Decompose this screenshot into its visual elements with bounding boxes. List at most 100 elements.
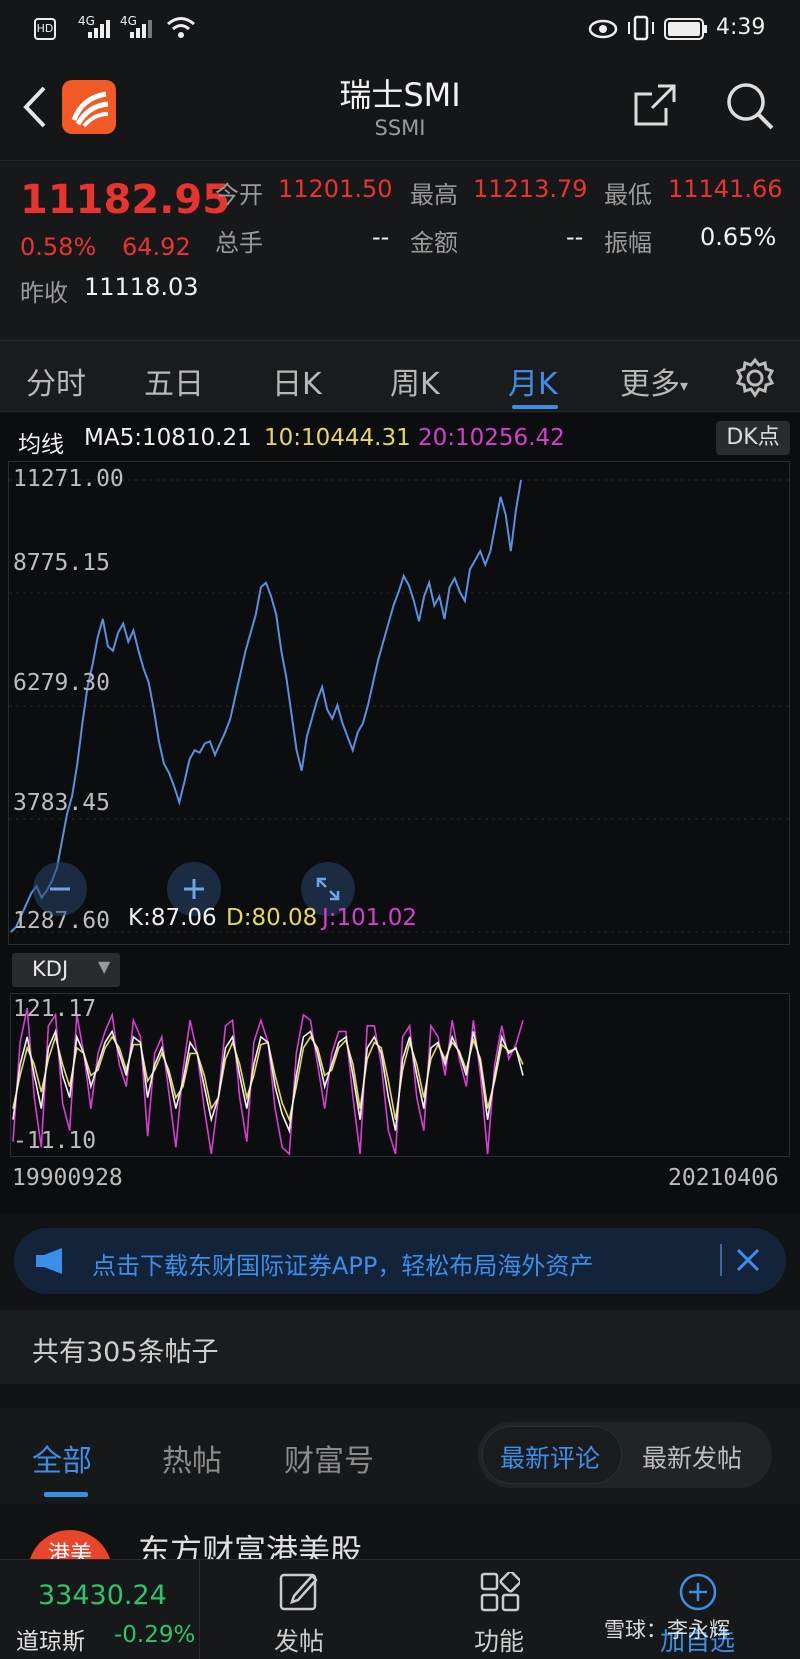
tab-more[interactable]: 更多▾ [620,359,688,403]
tab-weekly[interactable]: 周K [390,359,440,403]
feed-tab-indicator [44,1492,88,1497]
battery-icon [664,18,707,40]
search-icon[interactable] [724,80,776,132]
volume-label: 总手 [215,229,263,257]
page-title: 瑞士SMI [339,76,461,114]
sort-latest-post[interactable]: 最新发帖 [642,1439,742,1475]
banner-text: 点击下载东财国际证券APP，轻松布局海外资产 [92,1252,594,1280]
post-author: 东方财富港美股 [138,1532,363,1560]
zoom-out-button[interactable] [33,862,87,916]
post-row-partial[interactable]: 港美 东方财富港美股 [0,1504,800,1560]
prev-close-value: 11118.03 [84,273,199,301]
bottom-nav: 33430.24 道琼斯 -0.29% 发帖 功能 加自选 雪球：李永辉 [0,1559,800,1659]
price-ytick-4: 3783.45 [13,790,110,816]
price-ytick-2: 8775.15 [13,550,110,576]
kdj-ytick-bottom: -11.10 [13,1128,97,1154]
period-tabs: 分时 五日 日K 周K 月K 更多▾ [0,340,800,412]
x-start-date: 19900928 [12,1165,123,1191]
last-price: 11182.95 [20,177,231,223]
index-value: 33430.24 [38,1580,167,1611]
expand-icon [316,877,340,901]
volume-value: -- [372,223,390,251]
kdj-panel: 121.17 -11.10 [10,993,790,1157]
price-ytick-top: 11271.00 [13,466,124,492]
price-chart [9,479,789,933]
change-pct: 0.58% [20,233,97,261]
post-count-bar: 共有305条帖子 [0,1310,800,1384]
ma10-value: 10:10444.31 [264,425,411,451]
x-end-date: 20210406 [668,1165,779,1191]
plus-circle-icon [679,1573,717,1611]
indicator-select-label: KDJ [32,957,69,981]
promo-banner[interactable]: 点击下载东财国际证券APP，轻松布局海外资产 [14,1228,786,1294]
status-bar: HD 4G 4G 4:39 [0,0,800,60]
index-ticker[interactable]: 33430.24 道琼斯 -0.29% [0,1560,200,1659]
tab-active-indicator [512,405,558,409]
caret-down-icon: ▾ [680,376,689,395]
wifi-icon [167,17,195,38]
gear-icon[interactable] [734,357,776,399]
function-button-label: 功能 [474,1627,525,1656]
feed-tab-all[interactable]: 全部 [32,1436,92,1480]
price-ytick-3: 6279.30 [13,670,110,696]
tab-intraday[interactable]: 分时 [26,359,86,403]
close-icon[interactable] [734,1246,762,1274]
low-label: 最低 [604,181,652,209]
plus-icon [184,879,204,899]
signal-icon-2 [130,20,152,38]
tab-monthly[interactable]: 月K [508,359,558,403]
index-change: -0.29% [114,1622,196,1648]
function-button[interactable]: 功能 [450,1568,550,1658]
watermark: 雪球：李永辉 [604,1618,730,1642]
high-label: 最高 [410,181,458,209]
k-value: K:87.06 [128,905,217,931]
quote-panel: 11182.95 0.58% 64.92 昨收 11118.03 今开 1120… [0,160,800,340]
high-value: 11213.79 [473,175,588,203]
kdj-k-line [12,1028,524,1134]
page-subtitle: SSMI [374,116,426,140]
kdj-ytick-top: 121.17 [13,996,97,1022]
hd-label: HD [36,22,54,35]
eye-icon [588,19,618,39]
post-button[interactable]: 发帖 [250,1568,350,1658]
indicator-select[interactable]: KDJ ▼ [12,953,120,987]
vibrate-icon [628,15,654,41]
feed-tab-wealth[interactable]: 财富号 [284,1436,374,1480]
tab-daily[interactable]: 日K [272,359,322,403]
amount-value: -- [566,223,584,251]
minus-icon [50,887,70,891]
megaphone-icon [36,1248,62,1274]
price-panel: 11271.00 8775.15 6279.30 3783.45 1287.60 [8,461,790,945]
avatar: 港美 [28,1530,112,1560]
grid-icon [480,1572,520,1612]
prev-close-label: 昨收 [20,279,68,307]
sort-latest-comment[interactable]: 最新评论 [500,1439,600,1475]
kdj-chart [12,1007,524,1156]
post-button-label: 发帖 [274,1627,325,1656]
app-header: 瑞士SMI SSMI [0,60,800,160]
share-icon[interactable] [632,82,678,128]
dk-point-button[interactable]: DK点 [716,421,790,455]
chart-area: 均线 MA5:10810.21 10:10444.31 20:10256.42 … [0,413,800,1213]
tab-more-label: 更多 [620,367,680,402]
feed-tabs: 全部 热帖 财富号 最新评论 最新发帖 [0,1408,800,1504]
feed-tab-hot[interactable]: 热帖 [162,1436,222,1480]
post-count-text: 共有305条帖子 [32,1337,219,1368]
change-abs: 64.92 [122,233,191,261]
banner-divider [720,1244,722,1276]
j-value: J:101.02 [322,905,418,931]
caret-down-icon: ▼ [98,957,111,976]
hd-icon: HD [34,18,56,40]
add-watchlist-button[interactable]: 加自选 [650,1568,770,1658]
amplitude-value: 0.65% [700,223,777,251]
ma5-value: MA5:10810.21 [84,425,252,451]
ma-label: 均线 [18,432,64,458]
open-label: 今开 [215,181,263,209]
tab-five-day[interactable]: 五日 [144,359,204,403]
clock: 4:39 [716,15,766,40]
low-value: 11141.66 [668,175,783,203]
d-value: D:80.08 [226,905,318,931]
amplitude-label: 振幅 [604,229,652,257]
amount-label: 金额 [410,229,458,257]
ma20-value: 20:10256.42 [418,425,565,451]
